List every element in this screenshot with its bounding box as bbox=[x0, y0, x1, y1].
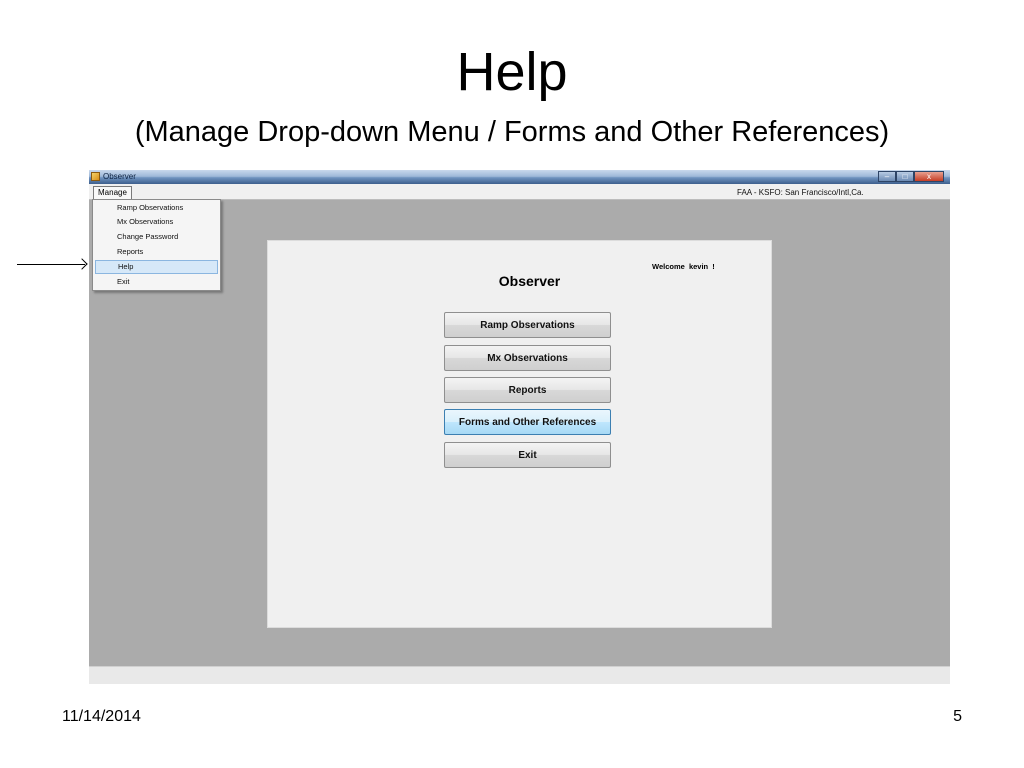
close-button[interactable]: x bbox=[914, 171, 944, 182]
minimize-button[interactable]: – bbox=[878, 171, 896, 182]
menu-item-reports[interactable]: Reports bbox=[95, 245, 218, 259]
exit-button[interactable]: Exit bbox=[444, 442, 611, 468]
menu-item-change-password[interactable]: Change Password bbox=[95, 230, 218, 244]
menu-manage[interactable]: Manage bbox=[93, 186, 132, 199]
arrow-to-help-menu-item bbox=[17, 264, 85, 265]
menu-item-exit[interactable]: Exit bbox=[95, 275, 218, 289]
mx-observations-button[interactable]: Mx Observations bbox=[444, 345, 611, 371]
window-title: Observer bbox=[103, 172, 136, 181]
app-icon bbox=[91, 172, 100, 181]
menubar: Manage FAA - KSFO: San Francisco/Intl,Ca… bbox=[89, 184, 950, 200]
status-strip bbox=[89, 666, 950, 684]
slide-subtitle: (Manage Drop-down Menu / Forms and Other… bbox=[134, 116, 890, 148]
footer-date: 11/14/2014 bbox=[62, 708, 141, 725]
window-controls: – □ x bbox=[878, 171, 944, 182]
forms-and-other-references-button[interactable]: Forms and Other References bbox=[444, 409, 611, 435]
menu-item-mx-observations[interactable]: Mx Observations bbox=[95, 215, 218, 229]
welcome-text: Welcome kevin ! bbox=[652, 262, 715, 271]
menu-item-help[interactable]: Help bbox=[95, 260, 218, 274]
app-window-screenshot: Observer – □ x Manage FAA - KSFO: San Fr… bbox=[89, 170, 950, 684]
location-label: FAA - KSFO: San Francisco/Intl,Ca. bbox=[737, 188, 864, 197]
reports-button[interactable]: Reports bbox=[444, 377, 611, 403]
slide-title: Help bbox=[456, 42, 568, 102]
menu-item-ramp-observations[interactable]: Ramp Observations bbox=[95, 201, 218, 215]
page-number: 5 bbox=[953, 708, 962, 725]
maximize-button[interactable]: □ bbox=[896, 171, 914, 182]
ramp-observations-button[interactable]: Ramp Observations bbox=[444, 312, 611, 338]
window-titlebar: Observer – □ x bbox=[89, 170, 950, 184]
manage-dropdown-menu: Ramp Observations Mx Observations Change… bbox=[92, 199, 221, 291]
main-panel: Welcome kevin ! Observer Ramp Observatio… bbox=[267, 240, 772, 628]
panel-heading: Observer bbox=[498, 273, 561, 289]
